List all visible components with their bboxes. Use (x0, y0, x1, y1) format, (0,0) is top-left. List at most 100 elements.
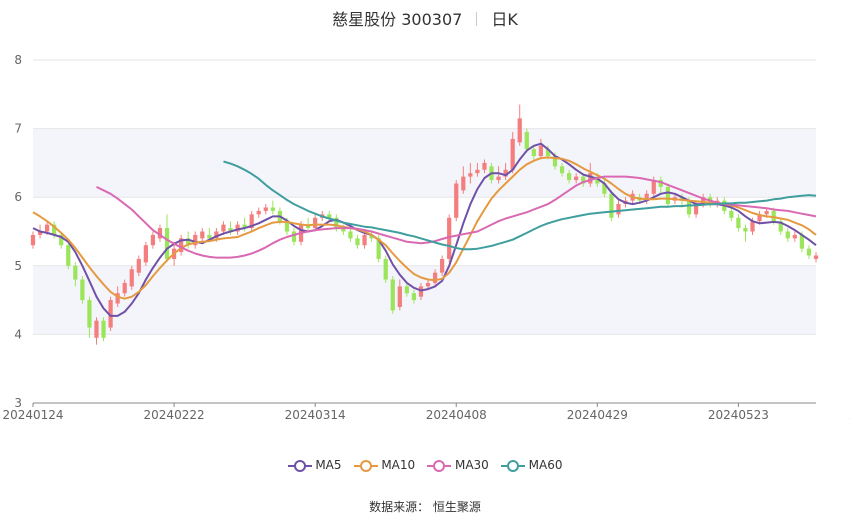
candle (355, 234, 360, 249)
candle-body (425, 282, 431, 287)
candle-body (806, 248, 812, 256)
candle-body (736, 217, 741, 229)
candle (729, 207, 734, 222)
candle (736, 214, 741, 232)
candle (813, 252, 819, 263)
y-tick-label: 6 (14, 190, 22, 204)
data-source: 数据来源： 恒生聚源 (0, 498, 850, 515)
candle-body (122, 282, 127, 294)
candle-body (87, 300, 92, 328)
candle-body (475, 169, 480, 174)
candle-body (80, 279, 85, 301)
candle-body (143, 245, 148, 263)
candle-body (482, 162, 487, 170)
x-tick-label: 20240429 (567, 408, 628, 422)
candle-body (792, 234, 797, 239)
candle-body (348, 231, 353, 239)
gridlines (33, 59, 816, 404)
candle-body (432, 272, 438, 283)
legend-marker (353, 459, 378, 472)
legend-item-ma5[interactable]: MA5 (287, 458, 342, 472)
legend-label: MA10 (377, 458, 416, 472)
candle-body (94, 320, 99, 338)
candle (179, 234, 184, 256)
candle (143, 241, 148, 266)
candle-body (66, 245, 71, 266)
x-tick-label: 20240222 (144, 408, 205, 422)
candle (743, 224, 748, 242)
candle-body (496, 176, 501, 181)
candle-body (129, 269, 134, 287)
candle-body (616, 204, 621, 215)
candle-body (390, 279, 395, 311)
candle-body (559, 166, 565, 174)
candle-body (30, 234, 36, 246)
candle-body (468, 173, 473, 177)
candle-body (207, 234, 212, 239)
x-axis: 20240124 20240222 20240314 20240408 20240429… (2, 402, 850, 422)
candle (30, 231, 36, 249)
candle (150, 231, 156, 249)
candle-body (665, 186, 670, 205)
candle (94, 317, 99, 345)
candle-body (440, 258, 445, 273)
candle (665, 183, 670, 208)
y-tick-label: 5 (14, 259, 22, 273)
candle (383, 255, 388, 283)
candle (348, 228, 353, 242)
legend-item-ma30[interactable]: MA30 (427, 458, 489, 472)
candle (263, 204, 268, 215)
candle-body (531, 149, 536, 157)
candle-body (418, 286, 424, 297)
candle-body (270, 207, 275, 211)
y-tick-label: 7 (14, 122, 22, 136)
candle-body (263, 207, 268, 211)
candle-body (574, 176, 579, 181)
background-band (33, 128, 816, 198)
candlestick-chart: 345678 20240124 20240222 20240314 20240408 2… (2, 53, 850, 422)
x-tick-label: 20240523 (708, 408, 769, 422)
background-band (33, 265, 816, 335)
candle-body (743, 228, 748, 232)
legend-label: MA30 (451, 458, 489, 472)
candle (454, 180, 459, 222)
legend-label: MA5 (311, 458, 342, 472)
x-tick-label: 20240124 (2, 408, 63, 422)
candle-body (750, 221, 755, 232)
background-bands (33, 128, 816, 335)
candle-body (73, 265, 78, 280)
candle-body (291, 231, 297, 242)
candle-body (785, 231, 790, 239)
candle (235, 221, 240, 235)
candle (101, 317, 106, 342)
candle (616, 200, 621, 218)
candle (242, 217, 247, 232)
candle-body (686, 200, 692, 215)
x-tick-label: 20240408 (426, 408, 487, 422)
source-label: 数据来源： (369, 500, 430, 514)
candle-body (588, 173, 593, 184)
candle (291, 228, 297, 246)
legend-label: MA60 (524, 458, 563, 472)
candle-body (355, 238, 360, 246)
candle-body (221, 224, 226, 232)
candle-body (609, 193, 614, 218)
candle (390, 276, 395, 314)
legend-item-ma10[interactable]: MA10 (353, 458, 416, 472)
candle-body (461, 176, 466, 191)
candle-body (411, 293, 417, 301)
candle (200, 228, 205, 242)
candle (517, 104, 522, 146)
legend-item-ma60[interactable]: MA60 (500, 458, 563, 472)
candle-body (764, 210, 769, 215)
candle-body (383, 258, 388, 280)
legend: MA5 MA10 MA30 MA60 (0, 458, 850, 472)
candle-body (256, 210, 261, 215)
candle (66, 241, 71, 270)
candle (806, 245, 812, 259)
candle-body (651, 180, 656, 194)
y-axis: 345678 (14, 53, 22, 410)
candle-body (101, 320, 106, 338)
y-tick-label: 4 (14, 327, 22, 341)
legend-marker (500, 459, 525, 472)
